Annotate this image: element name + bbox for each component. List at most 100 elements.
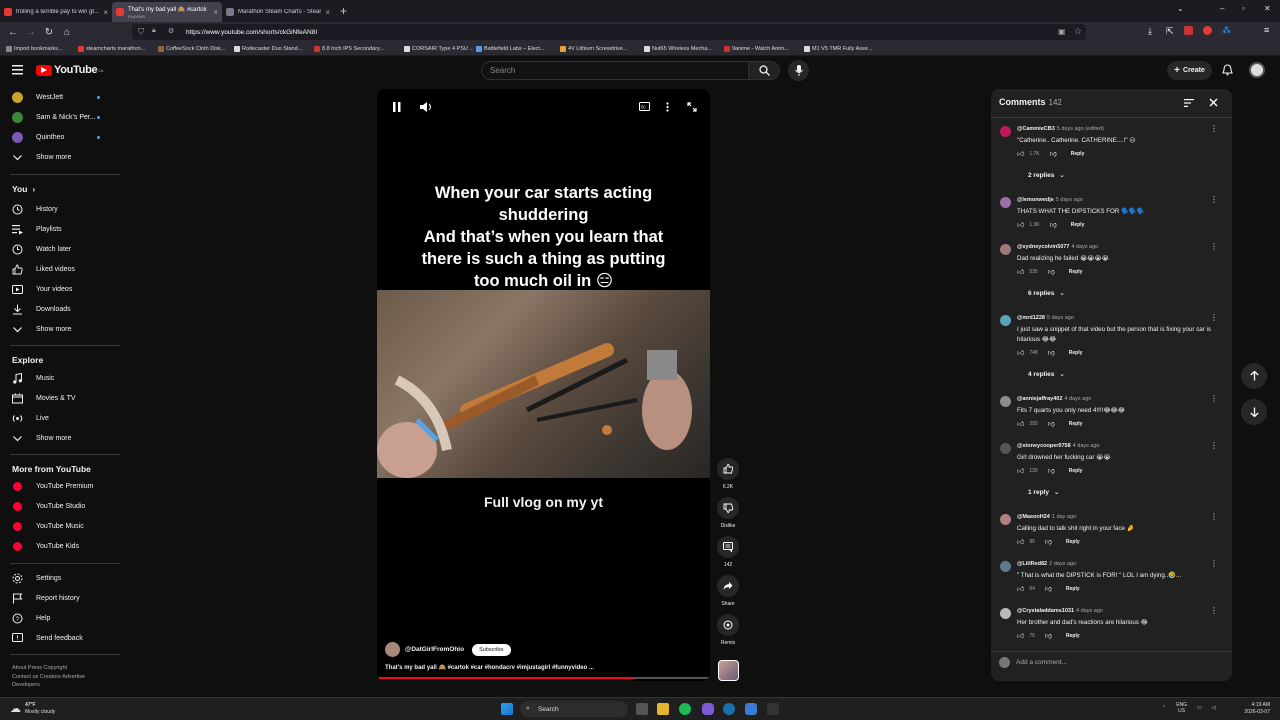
sidebar-item-your-videos[interactable]: Your videos [12,284,72,295]
network-icon[interactable]: ▭ [1197,705,1202,711]
comment-dislike-icon[interactable]: 👎︎ [1050,220,1057,229]
address-bar[interactable]: ⛉ 🔒︎ ⚙ https://www.youtube.com/shorts/ck… [132,24,1086,40]
comment-like-button[interactable]: 👍︎ 293 [1017,419,1038,429]
comment-author[interactable]: @stoneycooper9758 4 days ago [1017,443,1100,449]
extension-badge-icon[interactable] [1184,26,1193,35]
view-replies-button[interactable]: 2 replies ⌄ [1028,171,1065,179]
steam-icon[interactable] [723,703,735,715]
commenter-avatar[interactable] [1000,244,1011,255]
browser-icon[interactable] [745,703,757,715]
create-button[interactable]: + Create [1167,61,1212,80]
comment-dislike-icon[interactable]: 👎︎ [1045,537,1052,546]
comment-dislike-icon[interactable]: 👎︎ [1045,584,1052,593]
commenter-avatar[interactable] [1000,443,1011,454]
comment-reply-button[interactable]: Reply [1066,539,1080,545]
sidebar-item-downloads[interactable]: Downloads [12,304,71,315]
sidebar-item-live[interactable]: Live [12,413,49,424]
like-button[interactable]: 6.2K [717,458,739,490]
comment-like-button[interactable]: 👍︎ 64 [1017,584,1035,594]
sidebar-show-more[interactable]: Show more [12,433,71,444]
account-avatar[interactable] [1249,62,1265,78]
sidebar-item-youtube-premium[interactable]: YouTube Premium [12,481,93,492]
comment-more-icon[interactable]: ⋮ [1210,394,1218,403]
comment-more-icon[interactable]: ⋮ [1210,606,1218,615]
bookmark-item[interactable]: M1 V5 TMR Fully Asse... [804,46,872,52]
youtube-logo[interactable]: YouTube CA [36,64,104,76]
pause-icon[interactable] [393,102,401,112]
progress-bar[interactable] [377,677,710,679]
comment-author[interactable]: @sydneycolvin5077 4 days ago [1017,244,1098,250]
voice-search-button[interactable] [788,60,809,81]
tab-steam-charts[interactable]: Marathon Steam Charts - Steam × [222,2,334,22]
search-button[interactable] [749,61,780,80]
tab-list-icon[interactable]: ⌄ [1177,4,1184,13]
sidebar-item-music[interactable]: Music [12,373,54,384]
share-button[interactable]: Share [717,575,739,607]
comment-like-button[interactable]: 👍︎ 75 [1017,631,1035,641]
search-input[interactable]: Search [481,61,749,80]
notifications-bell-icon[interactable] [1222,64,1233,76]
view-replies-button[interactable]: 1 reply ⌄ [1028,488,1059,496]
comment-like-button[interactable]: 👍︎ 748 [1017,348,1038,358]
sidebar-item-youtube-studio[interactable]: YouTube Studio [12,501,85,512]
sidebar-item-movies-tv[interactable]: Movies & TV [12,393,76,404]
bookmark-item[interactable]: Battlefield Labs – Elect... [476,46,545,52]
footer-links[interactable]: About Press Copyright [12,664,112,673]
sidebar-item-playlists[interactable]: Playlists [12,224,62,235]
sidebar-subscription[interactable]: WestJett [12,92,100,103]
bookmark-item[interactable]: CoffeeSock Cloth Disk... [158,46,226,52]
comment-more-icon[interactable]: ⋮ [1210,195,1218,204]
bookmark-item[interactable]: steamcharts marathon... [78,46,145,52]
remix-button[interactable]: Remix [717,614,739,646]
close-tab-icon[interactable]: × [321,8,330,17]
comment-like-button[interactable]: 👍︎ 1.3K [1017,220,1040,230]
tab-gta[interactable]: trolling a terrible pay to win gt... × [0,2,112,22]
footer-links[interactable]: Contact us Creators Advertise [12,673,112,682]
bookmark-item[interactable]: Import bookmarks... [6,46,63,52]
sidebar-show-more[interactable]: Show more [12,324,71,335]
sidebar-subscription[interactable]: Sam & Nick's Per... [12,112,100,123]
channel-avatar[interactable] [385,642,400,657]
sidebar-show-more[interactable]: Show more [12,152,71,163]
shorts-player[interactable]: cc When your car starts acting shudderin… [377,89,710,681]
comment-dislike-icon[interactable]: 👎︎ [1048,466,1055,475]
comment-author[interactable]: @MasonH24 1 day ago [1017,514,1076,520]
fullscreen-icon[interactable] [687,102,697,112]
more-options-icon[interactable] [666,102,669,112]
tray-chevron-icon[interactable]: ⌃ [1162,705,1166,711]
commenter-avatar[interactable] [1000,396,1011,407]
language-indicator[interactable]: ENG US [1176,702,1187,714]
taskbar-search[interactable]: ⌕ Search [520,701,628,717]
sidebar-item-watch-later[interactable]: Watch later [12,244,71,255]
comment-dislike-icon[interactable]: 👎︎ [1050,149,1057,158]
bookmark-item[interactable]: Rodecaster Duo Stand... [234,46,302,52]
close-tab-icon[interactable]: × [209,8,218,17]
reload-icon[interactable]: ↻ [40,24,58,40]
previous-short-button[interactable] [1241,363,1267,389]
picture-icon[interactable]: ▣ [1058,27,1066,36]
weather-widget[interactable]: ☁ 47°F Mostly cloudy [10,702,55,716]
sort-icon[interactable] [1184,99,1194,107]
sidebar-subscription[interactable]: Quintheo [12,132,100,143]
subscribe-button[interactable]: Subscribe [472,643,511,656]
extension-youtube-icon[interactable] [1203,26,1212,35]
you-section-heading[interactable]: You › [12,184,35,194]
volume-icon[interactable] [420,102,432,112]
comment-dislike-icon[interactable]: 👎︎ [1048,419,1055,428]
comment-like-button[interactable]: 👍︎ 535 [1017,267,1038,277]
comment-reply-button[interactable]: Reply [1066,633,1080,639]
tab-shorts-video[interactable]: That's my bad yall 🙈 #cartok # PLAYING × [112,2,222,22]
discord-icon[interactable] [702,703,714,715]
commenter-avatar[interactable] [1000,608,1011,619]
file-explorer-icon[interactable] [657,703,669,715]
sidebar-item-youtube-music[interactable]: YouTube Music [12,521,84,532]
comment-author[interactable]: @mrd1228 5 days ago [1017,315,1074,321]
extension-puzzle-icon[interactable]: ⁂ [1222,25,1231,36]
comment-reply-button[interactable]: Reply [1069,269,1083,275]
sidebar-item-send-feedback[interactable]: Send feedback [12,633,83,644]
view-replies-button[interactable]: 6 replies ⌄ [1028,289,1065,297]
comment-like-button[interactable]: 👍︎ 95 [1017,537,1035,547]
comment-author[interactable]: @LitlRed82 2 days ago [1017,561,1076,567]
bookmark-item[interactable]: 4V Lithium Screwdrive... [560,46,627,52]
comment-more-icon[interactable]: ⋮ [1210,124,1218,133]
